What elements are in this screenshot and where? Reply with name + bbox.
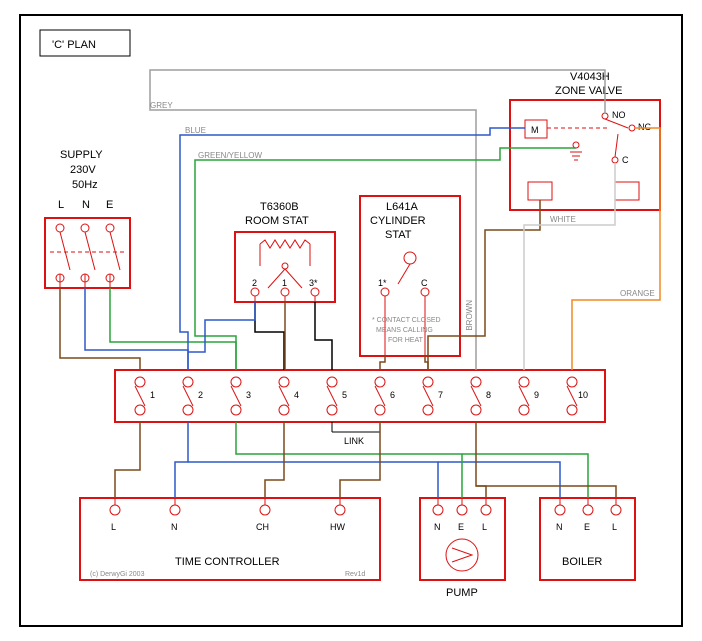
svg-text:E: E (584, 522, 590, 532)
svg-text:7: 7 (438, 390, 443, 400)
svg-text:4: 4 (294, 390, 299, 400)
svg-text:V4043H: V4043H (570, 71, 610, 83)
svg-text:N: N (171, 522, 178, 532)
svg-text:C: C (421, 278, 428, 288)
boiler-block: N E L BOILER (540, 498, 635, 580)
time-controller-block: L N CH HW TIME CONTROLLER (c) DerwyGi 20… (80, 498, 380, 580)
room-stat-block: T6360B ROOM STAT 2 1 3* (235, 201, 335, 302)
supply-block: SUPPLY 230V 50Hz L N E (45, 149, 130, 288)
svg-text:BLUE: BLUE (185, 126, 206, 135)
svg-text:M: M (531, 125, 539, 135)
svg-text:LINK: LINK (344, 436, 364, 446)
svg-text:9: 9 (534, 390, 539, 400)
svg-text:C: C (622, 155, 629, 165)
svg-text:SUPPLY: SUPPLY (60, 149, 103, 161)
cylinder-stat-block: L641A CYLINDER STAT 1* C * CONTACT CLOSE… (360, 196, 460, 356)
svg-text:WHITE: WHITE (550, 215, 576, 224)
svg-text:(c) DerwyGi 2003: (c) DerwyGi 2003 (90, 571, 145, 578)
svg-text:PUMP: PUMP (446, 587, 478, 599)
svg-text:ORANGE: ORANGE (620, 289, 655, 298)
svg-text:ROOM STAT: ROOM STAT (245, 215, 309, 227)
svg-text:STAT: STAT (385, 229, 412, 241)
svg-text:T6360B: T6360B (260, 201, 299, 213)
svg-text:GREY: GREY (150, 101, 173, 110)
svg-text:N: N (82, 199, 90, 211)
svg-text:N: N (556, 522, 563, 532)
svg-text:1: 1 (150, 390, 155, 400)
svg-text:50Hz: 50Hz (72, 179, 98, 191)
svg-text:3: 3 (246, 390, 251, 400)
svg-text:230V: 230V (70, 164, 96, 176)
svg-text:3*: 3* (309, 278, 318, 288)
svg-text:NO: NO (612, 110, 626, 120)
svg-text:E: E (458, 522, 464, 532)
svg-text:E: E (106, 199, 113, 211)
svg-text:TIME CONTROLLER: TIME CONTROLLER (175, 556, 280, 568)
diagram-canvas: 'C' PLAN SUPPLY 230V 50Hz L N E T6360B R… (0, 0, 702, 641)
svg-text:6: 6 (390, 390, 395, 400)
svg-text:2: 2 (198, 390, 203, 400)
svg-text:L: L (482, 522, 487, 532)
svg-text:2: 2 (252, 278, 257, 288)
svg-text:1: 1 (282, 278, 287, 288)
svg-text:L: L (612, 522, 617, 532)
svg-text:* CONTACT CLOSED: * CONTACT CLOSED (372, 317, 441, 324)
svg-text:1*: 1* (378, 278, 387, 288)
svg-text:CH: CH (256, 522, 269, 532)
svg-text:Rev1d: Rev1d (345, 571, 365, 578)
pump-block: N E L PUMP (420, 498, 505, 599)
svg-text:CYLINDER: CYLINDER (370, 215, 426, 227)
svg-text:L641A: L641A (386, 201, 418, 213)
svg-text:ZONE VALVE: ZONE VALVE (555, 85, 622, 97)
svg-text:N: N (434, 522, 441, 532)
svg-text:BROWN: BROWN (465, 300, 474, 331)
zone-valve-block: V4043H ZONE VALVE M NO NC C (510, 71, 660, 210)
svg-text:BOILER: BOILER (562, 556, 602, 568)
svg-text:FOR HEAT: FOR HEAT (388, 337, 424, 344)
title: 'C' PLAN (52, 39, 96, 51)
svg-text:8: 8 (486, 390, 491, 400)
svg-text:NC: NC (638, 122, 651, 132)
svg-text:5: 5 (342, 390, 347, 400)
svg-text:10: 10 (578, 390, 588, 400)
svg-text:MEANS CALLING: MEANS CALLING (376, 327, 433, 334)
svg-text:L: L (58, 199, 64, 211)
svg-text:HW: HW (330, 522, 345, 532)
svg-text:GREEN/YELLOW: GREEN/YELLOW (198, 151, 262, 160)
svg-text:L: L (111, 522, 116, 532)
